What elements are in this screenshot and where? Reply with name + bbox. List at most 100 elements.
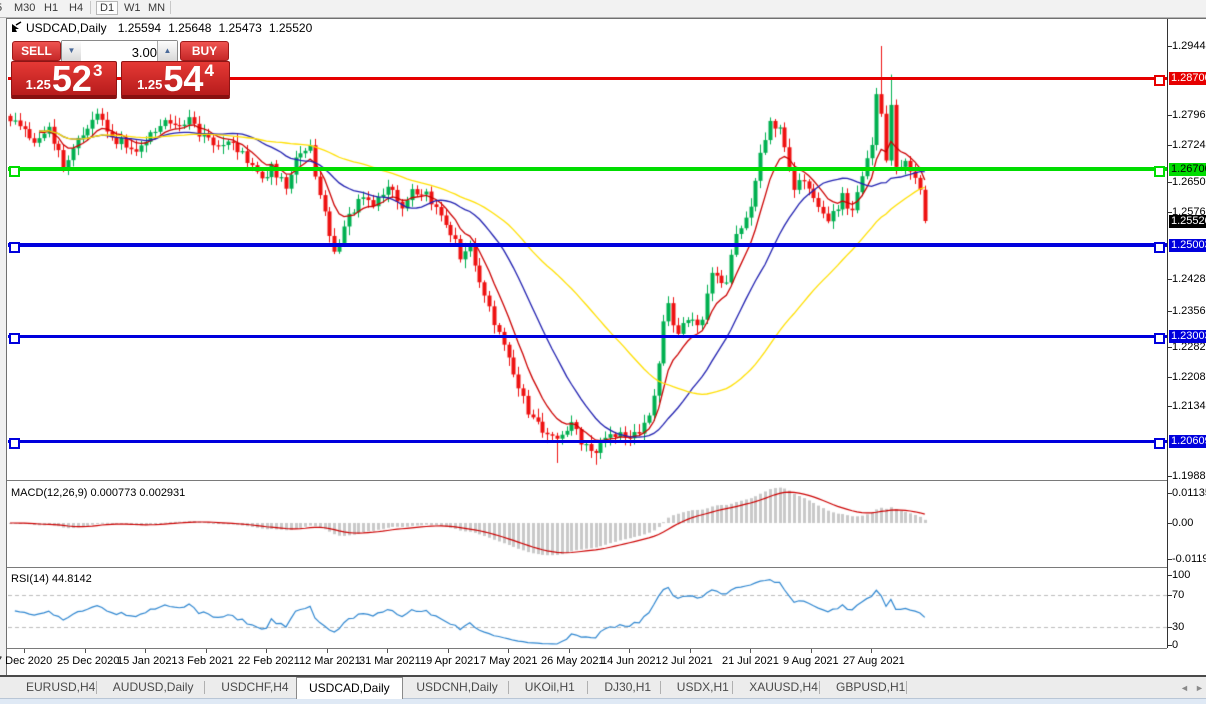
price-axis-label: 1.21340	[1172, 400, 1206, 412]
macd-axis-label: -0.01190	[1172, 553, 1206, 565]
price-level-badge: 1.26700	[1169, 163, 1206, 176]
price-level-badge: 1.23003	[1169, 330, 1206, 343]
date-axis-label: 25 Dec 2020	[57, 655, 120, 667]
rsi-label: RSI(14) 44.8142	[11, 573, 92, 585]
price-axis-line	[1167, 19, 1168, 648]
tab-separator	[732, 681, 734, 694]
axis-tick	[1167, 595, 1172, 596]
axis-tick	[1167, 575, 1172, 576]
axis-tick	[1167, 559, 1172, 560]
timeframe-button-h1[interactable]: H1	[44, 2, 58, 14]
price-level-line[interactable]	[8, 167, 1167, 171]
sell-price-panel[interactable]: 1.25 52 3	[11, 61, 117, 99]
timeframe-button-m30[interactable]: M30	[14, 2, 35, 14]
price-axis-label: 1.29440	[1172, 40, 1206, 52]
chart-frame-left-border	[6, 18, 7, 675]
date-axis-label: 31 Mar 2021	[359, 655, 421, 667]
price-level-badge: 1.25003	[1169, 239, 1206, 252]
date-tick	[266, 649, 267, 653]
tab-separator	[507, 681, 509, 694]
tab-separator	[819, 681, 820, 694]
level-left-marker[interactable]	[9, 242, 20, 253]
level-left-marker[interactable]	[9, 333, 20, 344]
tab-ukoil-h1[interactable]: UKOil,H1	[513, 677, 587, 698]
timeframe-button-h4[interactable]: H4	[69, 2, 83, 14]
date-tick	[387, 649, 388, 653]
date-tick	[811, 649, 812, 653]
date-axis-label: 26 May 2021	[541, 655, 605, 667]
date-axis-label: 7 Dec 2020	[0, 655, 53, 667]
tab-separator	[587, 681, 589, 694]
tab-usdchf-h4[interactable]: USDCHF,H4	[209, 677, 300, 698]
timeframe-button-clipped[interactable]: 5	[0, 2, 2, 14]
level-left-marker[interactable]	[9, 438, 20, 449]
date-tick	[508, 649, 509, 653]
tab-gbpusd-h1[interactable]: GBPUSD,H1	[824, 677, 917, 698]
axis-tick	[1167, 279, 1172, 280]
level-left-marker[interactable]	[9, 166, 20, 177]
toolbar-separator	[90, 1, 91, 14]
axis-tick	[1167, 627, 1172, 628]
sell-price-big: 52	[51, 58, 92, 99]
tab-usdcnh-daily[interactable]: USDCNH,Daily	[404, 677, 509, 698]
level-right-marker[interactable]	[1154, 333, 1165, 344]
date-tick	[327, 649, 328, 653]
date-axis-label: 27 Aug 2021	[843, 655, 905, 667]
price-level-badge: 1.28700	[1169, 72, 1206, 85]
rsi-bottom-border	[7, 648, 1167, 649]
date-tick	[448, 649, 449, 653]
price-level-line[interactable]	[8, 335, 1167, 338]
buy-price-big: 54	[163, 58, 204, 99]
tab-scroll-left-icon[interactable]: ◄	[1180, 683, 1189, 693]
buy-price-panel[interactable]: 1.25 54 4	[121, 61, 230, 99]
date-axis-label: 14 Jun 2021	[601, 655, 662, 667]
macd-axis-label: 0.01135	[1172, 487, 1206, 499]
price-axis-label: 1.22080	[1172, 371, 1206, 383]
timeframe-toolbar: 5 M30 H1 H4 D1 W1 MN	[0, 0, 1206, 18]
axis-tick	[1167, 182, 1172, 183]
volume-input[interactable]	[81, 41, 159, 63]
price-axis-label: 1.27240	[1172, 139, 1206, 151]
timeframe-button-d1[interactable]: D1	[96, 1, 119, 15]
level-right-marker[interactable]	[1154, 75, 1165, 86]
price-level-line[interactable]	[8, 243, 1167, 247]
tab-audusd-daily[interactable]: AUDUSD,Daily	[101, 677, 206, 698]
tab-scroll-right-icon[interactable]: ►	[1195, 683, 1204, 693]
axis-tick	[1167, 115, 1172, 116]
axis-tick	[1167, 46, 1172, 47]
date-axis-label: 12 Mar 2021	[299, 655, 361, 667]
date-axis-label: 2 Jul 2021	[662, 655, 713, 667]
buy-price-pipette: 4	[204, 61, 214, 80]
date-axis-label: 9 Aug 2021	[783, 655, 839, 667]
level-right-marker[interactable]	[1154, 242, 1165, 253]
date-axis-label: 15 Jan 2021	[117, 655, 178, 667]
current-price-badge: 1.25520	[1169, 215, 1206, 228]
trading-terminal: { "toolbar": { "clipped_item": "5", "ite…	[0, 0, 1206, 704]
axis-tick	[1167, 311, 1172, 312]
tab-separator	[659, 681, 661, 694]
level-right-marker[interactable]	[1154, 166, 1165, 177]
price-level-line[interactable]	[8, 440, 1167, 443]
price-axis-label: 1.26500	[1172, 176, 1206, 188]
timeframe-button-mn[interactable]: MN	[148, 2, 165, 14]
timeframe-button-w1[interactable]: W1	[124, 2, 141, 14]
axis-tick	[1167, 476, 1172, 477]
price-chart-canvas[interactable]	[8, 19, 1167, 648]
axis-tick	[1167, 493, 1172, 494]
axis-tick	[1167, 347, 1172, 348]
tab-separator	[905, 681, 907, 694]
level-right-marker[interactable]	[1154, 438, 1165, 449]
tab-xauusd-h4[interactable]: XAUUSD,H4	[737, 677, 830, 698]
chart-tab-bar: ◄ ► EURUSD,H4 AUDUSD,Daily USDCHF,H4 USDCAD…	[0, 677, 1206, 699]
axis-tick	[1167, 406, 1172, 407]
one-click-trade-widget: SELL ▼ ▲ BUY 1.25 52 3 1.25 54 4	[9, 39, 230, 99]
tab-dj30-h1[interactable]: DJ30,H1	[592, 677, 663, 698]
date-tick	[206, 649, 207, 653]
tab-eurusd-h4[interactable]: EURUSD,H4	[14, 677, 107, 698]
date-axis-label: 3 Feb 2021	[178, 655, 234, 667]
date-tick	[24, 649, 25, 653]
rsi-axis-label: 30	[1172, 621, 1185, 633]
tab-usdx-h1[interactable]: USDX,H1	[665, 677, 741, 698]
sell-price-pipette: 3	[92, 61, 103, 80]
tab-usdcad-daily[interactable]: USDCAD,Daily	[296, 677, 403, 699]
